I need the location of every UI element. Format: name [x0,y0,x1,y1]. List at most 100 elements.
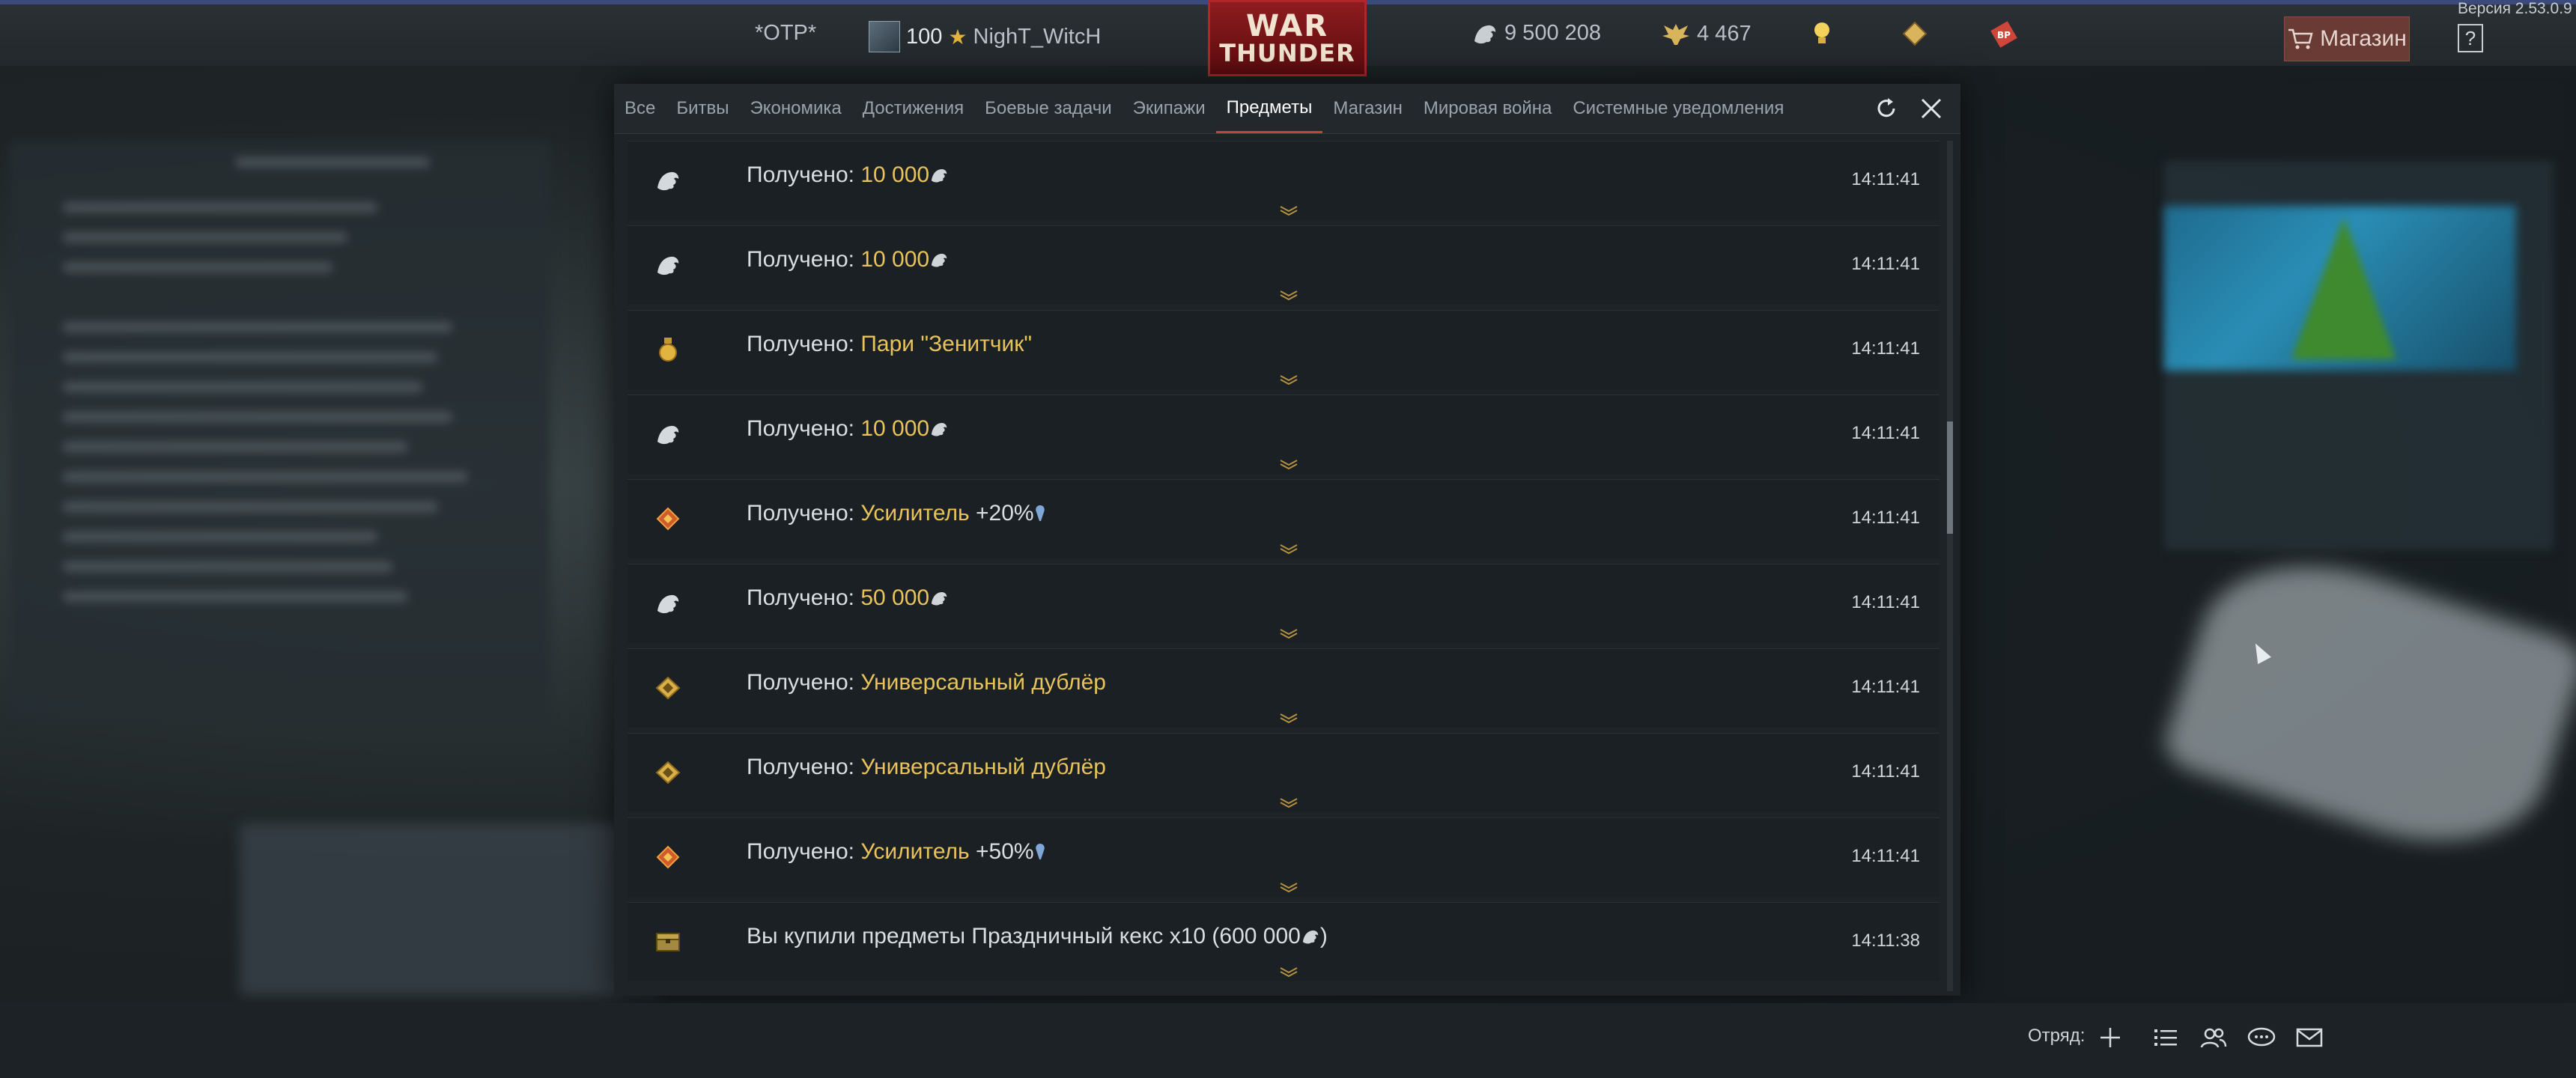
version-label: Версия 2.53.0.9 [2458,0,2572,17]
help-button[interactable]: ? [2458,24,2483,52]
notification-prefix: Получено: [747,162,861,187]
blurred-vehicle-panel [10,142,550,719]
chat-button[interactable] [2247,1023,2276,1053]
notification-text: Получено: Пари "Зенитчик" [747,332,1032,357]
notification-prefix: Получено: [747,585,861,610]
research-point-icon [1035,505,1045,521]
list-button[interactable] [2151,1023,2181,1053]
notification-prefix: Вы купили предметы [747,924,972,948]
notification-row[interactable]: Получено: Усилитель +20% 14:11:41 [628,479,1939,558]
reward-name: Пари "Зенитчик" [860,332,1033,356]
research-point-icon [1035,844,1045,859]
reward-name: 10 000 [860,247,930,272]
notification-row[interactable]: Получено: 10 000 14:11:41 [628,225,1939,305]
mail-icon [2296,1028,2323,1047]
reward-name: 50 000 [860,585,930,610]
silver-lion-icon [654,421,681,448]
silver-lion-icon [931,168,947,183]
silver-lion-icon [931,591,947,606]
refresh-button[interactable] [1871,93,1902,124]
wager-medal-icon [654,336,681,363]
notification-list[interactable]: Получено: 10 000 14:11:41 Получено: 10 000… [628,141,1939,991]
add-squad-member-button[interactable] [2095,1023,2125,1053]
list-icon [2154,1029,2177,1046]
research-bulb-button[interactable] [1812,21,1832,46]
tab-crews[interactable]: Экипажи [1123,84,1216,133]
expand-chevron-icon[interactable] [1278,797,1300,808]
tab-world-war[interactable]: Мировая война [1413,84,1562,133]
notification-time: 14:11:41 [1851,169,1920,189]
war-thunder-logo: WAR THUNDER [1208,0,1367,76]
expand-chevron-icon[interactable] [1278,881,1300,893]
booster-icon [654,505,681,532]
squad-label: Отряд: [2028,1026,2086,1046]
tab-achievements[interactable]: Достижения [852,84,974,133]
tab-shop[interactable]: Магазин [1322,84,1413,133]
notification-text: Получено: 10 000 [747,416,949,442]
tab-economy[interactable]: Экономика [740,84,852,133]
reward-suffix-end: ) [1319,924,1328,948]
diamond-booster-icon [1902,21,1928,46]
tab-all[interactable]: Все [614,84,666,133]
silver-lion-icon [931,422,947,436]
otp-label[interactable]: *ОТР* [755,21,816,46]
shop-button[interactable]: Магазин [2284,16,2410,61]
close-icon [1921,98,1942,119]
notification-prefix: Получено: [747,247,861,272]
contacts-button[interactable] [2199,1023,2229,1053]
player-profile[interactable]: 100 ★ NighT_WitcH [869,21,1101,52]
notification-time: 14:11:41 [1851,338,1920,359]
plus-icon [2100,1028,2120,1047]
reward-name: Усилитель [860,839,970,864]
booster-icon [654,844,681,871]
notification-row[interactable]: Получено: Пари "Зенитчик" 14:11:41 [628,310,1939,389]
tab-items[interactable]: Предметы [1215,84,1323,133]
tab-system-notifications[interactable]: Системные уведомления [1562,84,1794,133]
chat-icon [2247,1027,2276,1047]
expand-chevron-icon[interactable] [1278,543,1300,555]
silver-lion-icon [654,590,681,617]
golden-eagle-icon [1662,24,1689,45]
notification-time: 14:11:41 [1851,761,1920,782]
silver-lions-balance[interactable]: 9 500 208 [1471,21,1601,46]
expand-chevron-icon[interactable] [1278,458,1300,470]
notification-tabs: Все Битвы Экономика Достижения Боевые за… [614,84,1960,134]
tab-battles[interactable]: Битвы [666,84,739,133]
notification-row[interactable]: Получено: 10 000 14:11:41 [628,141,1939,220]
scrollbar-thumb[interactable] [1947,421,1953,534]
expand-chevron-icon[interactable] [1278,374,1300,386]
booster-button[interactable] [1902,21,1928,46]
notification-prefix: Получено: [747,670,861,695]
bottom-bar [0,1003,2576,1078]
expand-chevron-icon[interactable] [1278,966,1300,978]
notification-text: Получено: 10 000 [747,162,949,188]
tab-battle-tasks[interactable]: Боевые задачи [974,84,1123,133]
reward-name: Универсальный дублёр [860,755,1106,779]
notification-row[interactable]: Получено: Универсальный дублёр 14:11:41 [628,733,1939,812]
close-button[interactable] [1916,93,1947,124]
expand-chevron-icon[interactable] [1278,289,1300,301]
battle-pass-button[interactable]: BP [1990,21,2017,48]
notification-text: Получено: 50 000 [747,585,949,611]
notification-text: Вы купили предметы Праздничный кекс x10 … [747,924,1328,949]
notification-text: Получено: Усилитель +50% [747,839,1046,865]
notification-row[interactable]: Получено: Универсальный дублёр 14:11:41 [628,648,1939,728]
golden-eagles-balance[interactable]: 4 467 [1661,21,1752,46]
blurred-slot-bar [240,823,659,996]
reward-suffix: +20% [969,501,1034,526]
expand-chevron-icon[interactable] [1278,712,1300,724]
notification-row[interactable]: Получено: 10 000 14:11:41 [628,395,1939,474]
refresh-icon [1877,98,1895,118]
star-icon: ★ [948,25,967,49]
universal-backup-icon [654,674,681,701]
notification-row[interactable]: Получено: 50 000 14:11:41 [628,564,1939,643]
mail-button[interactable] [2294,1023,2324,1053]
expand-chevron-icon[interactable] [1278,627,1300,639]
notification-row[interactable]: Вы купили предметы Праздничный кекс x10 … [628,902,1939,981]
expand-chevron-icon[interactable] [1278,204,1300,216]
notification-row[interactable]: Получено: Усилитель +50% 14:11:41 [628,817,1939,897]
silver-lion-icon [654,252,681,278]
reward-name: Универсальный дублёр [860,670,1106,695]
scrollbar[interactable] [1947,141,1953,991]
notification-prefix: Получено: [747,839,861,864]
